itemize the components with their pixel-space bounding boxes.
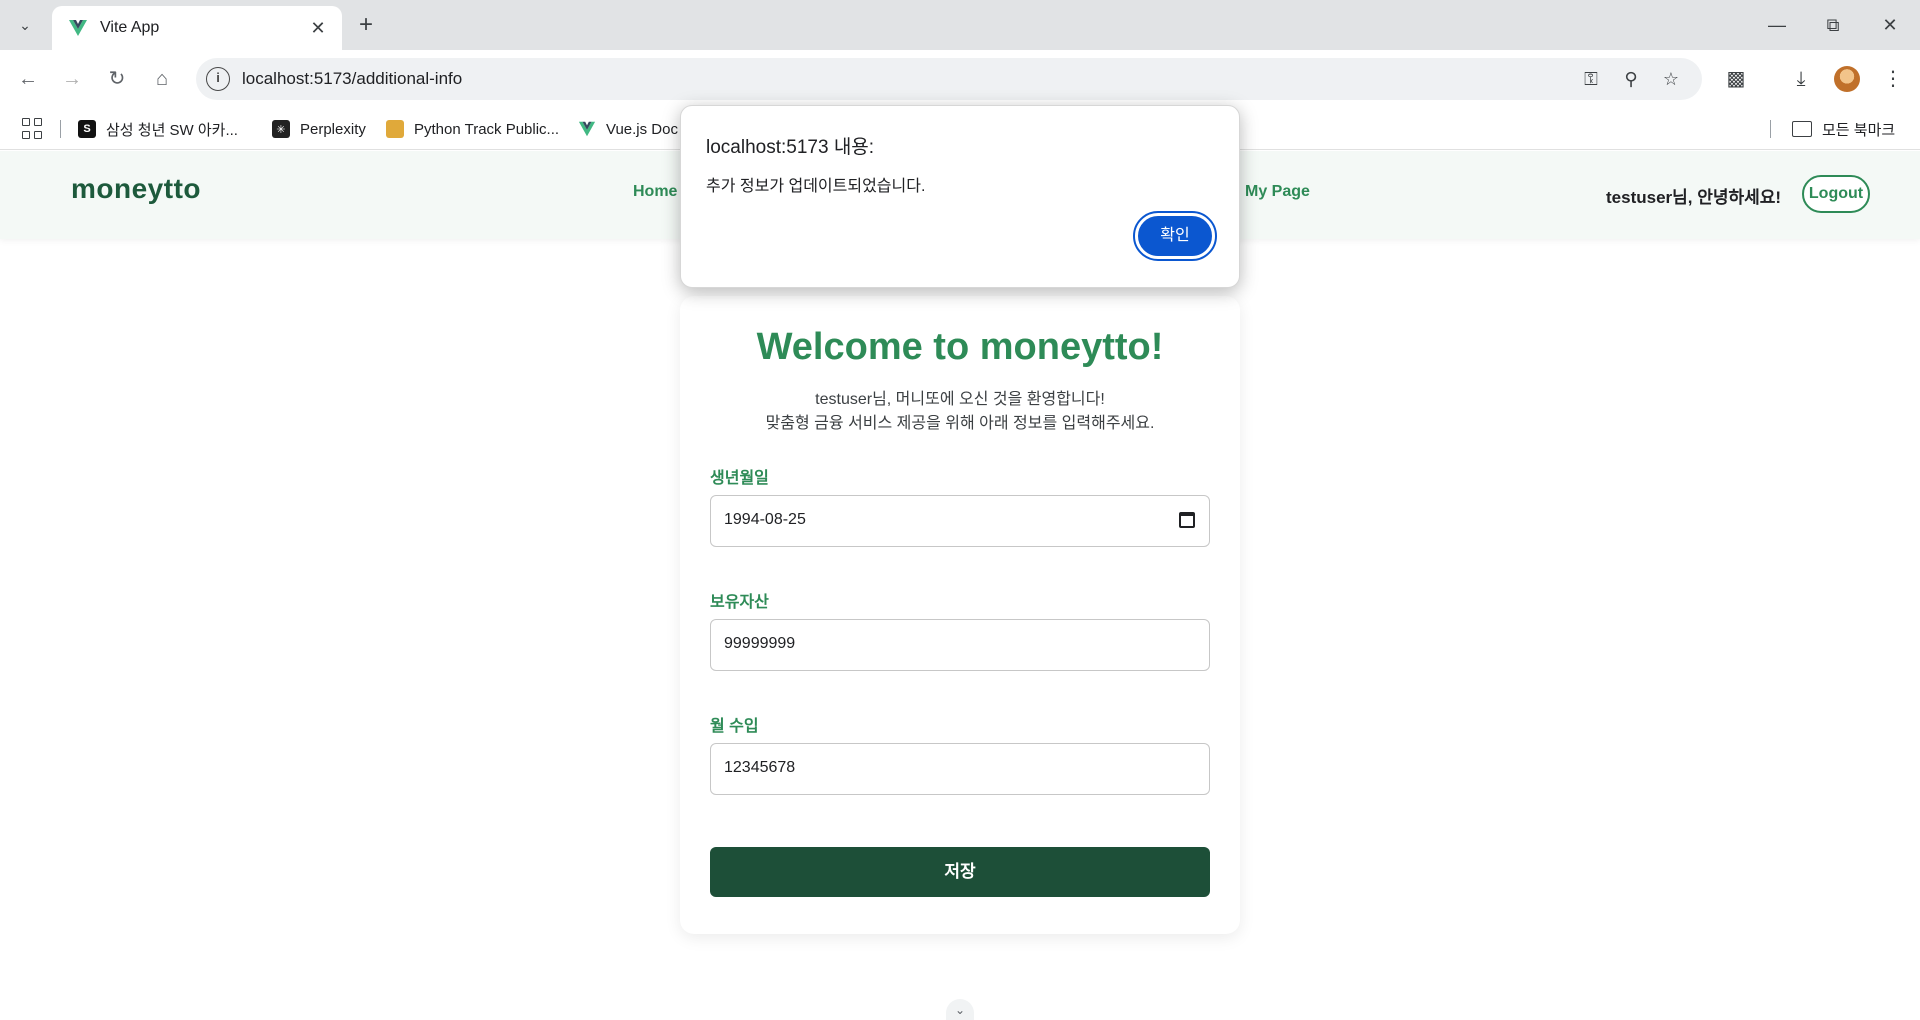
calendar-icon[interactable]: [1179, 512, 1195, 528]
assets-label: 보유자산: [710, 594, 769, 611]
download-icon[interactable]: ⤓: [1785, 63, 1817, 95]
subtitle-line-2: 맞춤형 금융 서비스 제공을 위해 아래 정보를 입력해주세요.: [765, 415, 1155, 432]
bookmark-python-track[interactable]: Python Track Public...: [386, 108, 559, 150]
browser-tab[interactable]: Vite App ✕: [52, 6, 342, 50]
tab-strip: ⌄ Vite App ✕ + — ⧉ ✕: [0, 0, 1920, 50]
new-tab-icon[interactable]: +: [352, 12, 380, 40]
nav-mypage-link[interactable]: My Page: [1245, 183, 1310, 201]
vue-favicon-icon: [578, 121, 596, 137]
birth-date-label: 생년월일: [710, 470, 769, 487]
address-bar[interactable]: i localhost:5173/additional-info ⚿ ⚲ ☆: [196, 58, 1702, 100]
bookmark-vuejs-docs[interactable]: Vue.js Doc: [578, 108, 678, 150]
assets-value: 99999999: [724, 635, 796, 652]
restore-icon[interactable]: ⧉: [1813, 10, 1853, 40]
vue-favicon-icon: [69, 20, 87, 36]
site-logo[interactable]: moneytto: [71, 173, 201, 205]
dialog-ok-button[interactable]: 확인: [1133, 211, 1217, 261]
dialog-origin: localhost:5173 내용:: [706, 137, 875, 158]
tab-close-icon[interactable]: ✕: [308, 18, 328, 39]
all-bookmarks-folder[interactable]: 모든 북마크: [1792, 108, 1895, 150]
minimize-icon[interactable]: —: [1757, 10, 1797, 40]
logout-button[interactable]: Logout: [1802, 175, 1870, 213]
birth-date-input[interactable]: 1994-08-25: [710, 495, 1210, 547]
alert-dialog: localhost:5173 내용: 추가 정보가 업데이트되었습니다. 확인: [680, 105, 1240, 288]
birth-date-value: 1994-08-25: [724, 511, 806, 528]
tab-title: Vite App: [100, 19, 160, 36]
card-title: Welcome to moneytto!: [756, 326, 1164, 368]
folder-icon: [1792, 121, 1812, 137]
close-window-icon[interactable]: ✕: [1870, 10, 1910, 40]
back-icon[interactable]: ←: [12, 63, 44, 95]
site-info-icon[interactable]: i: [206, 67, 230, 91]
ssafy-favicon-icon: S: [78, 120, 96, 138]
browser-toolbar: ← → ↻ ⌂ i localhost:5173/additional-info…: [0, 50, 1920, 108]
python-track-favicon-icon: [386, 120, 404, 138]
zoom-icon[interactable]: ⚲: [1619, 67, 1643, 91]
income-input[interactable]: 12345678: [710, 743, 1210, 795]
tab-search-icon[interactable]: ⌄: [10, 10, 40, 40]
income-value: 12345678: [724, 759, 796, 776]
income-label: 월 수입: [710, 718, 759, 735]
dialog-message: 추가 정보가 업데이트되었습니다.: [706, 178, 926, 195]
password-key-icon[interactable]: ⚿: [1579, 67, 1603, 91]
card-subtitle: testuser님, 머니또에 오신 것을 환영합니다! 맞춤형 금융 서비스 …: [680, 388, 1240, 436]
bookmark-ssafy[interactable]: S 삼성 청년 SW 아카...: [78, 108, 238, 150]
nav-home-link[interactable]: Home: [633, 183, 677, 201]
reload-icon[interactable]: ↻: [101, 63, 133, 95]
menu-kebab-icon[interactable]: ⋮: [1877, 63, 1909, 95]
profile-avatar[interactable]: [1834, 66, 1860, 92]
forward-icon[interactable]: →: [56, 63, 88, 95]
url-text[interactable]: localhost:5173/additional-info: [242, 69, 462, 89]
save-button[interactable]: 저장: [710, 847, 1210, 897]
scroll-down-chevron-icon[interactable]: ⌄: [946, 999, 974, 1020]
home-icon[interactable]: ⌂: [146, 63, 178, 95]
bookmark-star-icon[interactable]: ☆: [1659, 67, 1683, 91]
assets-input[interactable]: 99999999: [710, 619, 1210, 671]
user-greeting: testuser님, 안녕하세요!: [1606, 188, 1782, 207]
bookmarks-divider: [1770, 120, 1771, 138]
subtitle-line-1: testuser님, 머니또에 오신 것을 환영합니다!: [815, 391, 1105, 408]
bookmark-perplexity[interactable]: ✳ Perplexity: [272, 108, 366, 150]
apps-grid-icon[interactable]: [22, 118, 44, 140]
additional-info-card: Welcome to moneytto! testuser님, 머니또에 오신 …: [680, 296, 1240, 934]
perplexity-favicon-icon: ✳: [272, 120, 290, 138]
bookmarks-divider: [60, 120, 61, 138]
extensions-icon[interactable]: ▩: [1720, 63, 1752, 95]
